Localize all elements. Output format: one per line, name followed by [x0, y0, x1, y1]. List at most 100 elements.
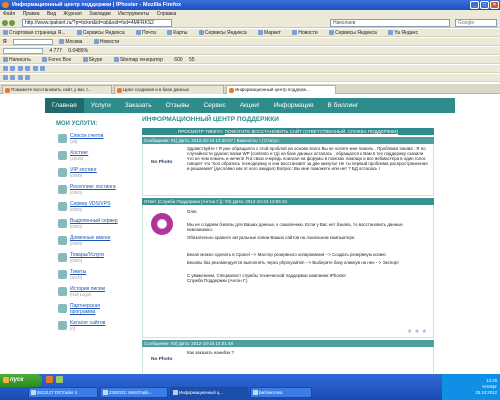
ticket-icon [58, 270, 67, 279]
tab-3-active[interactable]: Информационный центр поддерж... [226, 85, 336, 94]
bookmarks-toolbar: Стартовая страница Я... Сервисы Яндекса … [0, 29, 500, 37]
minimize-button[interactable]: _ [470, 1, 479, 9]
seo-percent: 0.0489% [68, 48, 89, 54]
toolbar-icon[interactable] [32, 66, 38, 72]
taskbar-button[interactable]: Библиотека [250, 387, 312, 398]
bookmark-item[interactable]: Новости [292, 30, 322, 36]
toolbar-icon[interactable] [10, 75, 16, 81]
menu-history[interactable]: Журнал [63, 11, 81, 17]
clock-date: 25.10.2012 [475, 390, 497, 395]
bookmark-item[interactable]: Сервисы Яндекса [76, 30, 130, 36]
services-sidebar: МОИ УСЛУГИ: Список счетов (20) Хостинг (20… [56, 121, 124, 373]
sidebar-item-mail-history[interactable]: История писем (Hall Login) [56, 286, 124, 303]
site-nav: Главная Услуги Заказать Отзывы Сервис Ак… [45, 98, 455, 113]
bookmark-item[interactable]: Сервисы Яндекса [198, 30, 252, 36]
search-input[interactable]: Google [455, 19, 497, 27]
toolbar-icon[interactable] [25, 66, 31, 72]
message-3-header: Сообщение: #3) Дата: 2012-10-24 14:01:48 [142, 340, 434, 347]
rating-stars-icon[interactable]: ★★★ [407, 328, 429, 335]
yandex-logo-icon: Я [3, 39, 7, 45]
nav-reviews[interactable]: Отзывы [159, 98, 197, 113]
navigation-toolbar: http://www.ipakiert.ru/?p=ticket&id=ab&s… [0, 18, 500, 28]
sidebar-item-partner[interactable]: Партнерская программа [56, 303, 124, 320]
toolbar-icon[interactable] [17, 75, 23, 81]
toolbar-value: 600 [174, 57, 183, 63]
menu-edit[interactable]: Правка [23, 11, 40, 17]
menu-bookmarks[interactable]: Закладки [89, 11, 111, 17]
tab-favicon [229, 88, 234, 93]
firefox-quicklaunch-icon[interactable] [46, 376, 53, 383]
server-icon [58, 202, 67, 211]
tab-strip: Поможете восстановить сайт, у вас т... Ц… [0, 84, 500, 94]
maximize-button[interactable]: □ [480, 1, 489, 9]
nav-promos[interactable]: Акции! [233, 98, 267, 113]
nav-services[interactable]: Услуги [84, 98, 118, 113]
extra-toolbar [0, 65, 500, 73]
sidebar-heading: МОИ УСЛУГИ: [56, 121, 98, 127]
sidebar-item-catalog[interactable]: Каталог сайтов (0) [56, 320, 124, 337]
toolbar-icon[interactable] [17, 66, 23, 72]
toolbar-icon[interactable] [25, 75, 31, 81]
sidebar-item-vip-hosting[interactable]: VIP хостинг (0/0/0) [56, 167, 124, 184]
app-icon [103, 390, 108, 395]
sidebar-item-vps[interactable]: Сервер VDS/VPS (0/0/0) [56, 201, 124, 218]
bookmark-item[interactable]: Стартовая страница Я... [3, 30, 71, 36]
toolbar-item[interactable]: Forex Box [42, 57, 76, 63]
sidebar-item-dedicated[interactable]: Выделенный сервер (0/0/0) [56, 218, 124, 235]
region-input[interactable]: Николаев [330, 19, 450, 27]
nav-service[interactable]: Сервис [196, 98, 232, 113]
sidebar-item-tickets[interactable]: Тикеты (3/1/0) [56, 269, 124, 286]
message-2-header: Ответ (Служба Поддержки (Антон Г.)): #2)… [142, 198, 434, 205]
sidebar-item-goods[interactable]: Товары/Услуги (0/0/0) [56, 252, 124, 269]
menu-tools[interactable]: Инструменты [118, 11, 149, 17]
sidebar-item-reseller[interactable]: Реселлинг хостинга (0/0/0) [56, 184, 124, 201]
bookmark-item[interactable]: Сервисы Яндекса [329, 30, 382, 36]
sidebar-item-domains[interactable]: Доменные имена (0/0/0) [56, 235, 124, 252]
sidebar-item-hosting[interactable]: Хостинг (20/20) [56, 150, 124, 167]
toolbar-item[interactable]: Skype [82, 57, 108, 63]
support-center: ИНФОРМАЦИОННЫЙ ЦЕНТР ПОДДЕРЖКИ ПРОСМОТР … [142, 116, 434, 373]
city-button[interactable]: Москва [59, 39, 87, 45]
menu-help[interactable]: Справка [157, 11, 177, 17]
extra-toolbar-2 [0, 74, 500, 82]
bookmark-item[interactable]: Карты [167, 30, 192, 36]
address-bar[interactable]: http://www.ipakiert.ru/?p=ticket&id=ab&s… [22, 19, 172, 27]
tab-2[interactable]: Цикл создания и в базе данных [114, 85, 224, 94]
partner-icon [58, 304, 67, 313]
nav-billing[interactable]: В биллинг [321, 98, 366, 113]
start-button[interactable]: пуск [0, 374, 42, 387]
bookmark-item[interactable]: Почта [136, 30, 161, 36]
message-3: No Photo Как заказать нанибэк ? [142, 347, 434, 373]
bookmark-item[interactable]: Маркет [258, 30, 286, 36]
toolbar-item[interactable]: Написать [3, 57, 36, 63]
menu-view[interactable]: Вид [47, 11, 56, 17]
nav-order[interactable]: Заказать [118, 98, 159, 113]
toolbar-item[interactable]: Sitemap генератор [113, 57, 168, 63]
close-button[interactable]: × [490, 1, 499, 9]
catalog-icon [58, 321, 67, 330]
vip-icon [58, 168, 67, 177]
news-button[interactable]: Новости [93, 39, 124, 45]
nav-home[interactable]: Главная [45, 98, 84, 113]
forward-icon[interactable] [9, 20, 15, 26]
toolbar-icon[interactable] [3, 66, 8, 72]
sidebar-item-invoices[interactable]: Список счетов (20) [56, 133, 124, 150]
message-1: No Photo Здравствуйте ! Я уже обращался … [142, 144, 434, 196]
toolbar-icon[interactable] [3, 75, 8, 81]
ticket-title-link[interactable]: ПОМОГИТЕ ВОССТАНОВИТЬ САЙТ (ОТВЕТСТВЕННЫ… [225, 129, 398, 134]
taskbar-button[interactable]: 2382022: MetaTrade... [100, 387, 168, 398]
seo-value: 4 777 [49, 48, 62, 54]
toolbar-icon[interactable] [39, 66, 45, 72]
back-icon[interactable] [2, 20, 8, 26]
seo-search-input[interactable] [3, 47, 43, 54]
toolbar-icon[interactable] [10, 66, 16, 72]
yandex-search-input[interactable] [12, 38, 53, 45]
bookmark-item[interactable]: Ya Яндекс [388, 30, 423, 36]
avatar: No Photo [151, 160, 173, 165]
taskbar-button[interactable]: 0812127 DSTrader 4 [28, 387, 98, 398]
tab-1[interactable]: Поможете восстановить сайт, у вас т... [2, 85, 112, 94]
taskbar-button-active[interactable]: Информационный ц... [170, 387, 248, 398]
quicklaunch-icon[interactable] [56, 376, 63, 383]
nav-info[interactable]: Информация [267, 98, 321, 113]
menu-file[interactable]: Файл [3, 11, 15, 17]
